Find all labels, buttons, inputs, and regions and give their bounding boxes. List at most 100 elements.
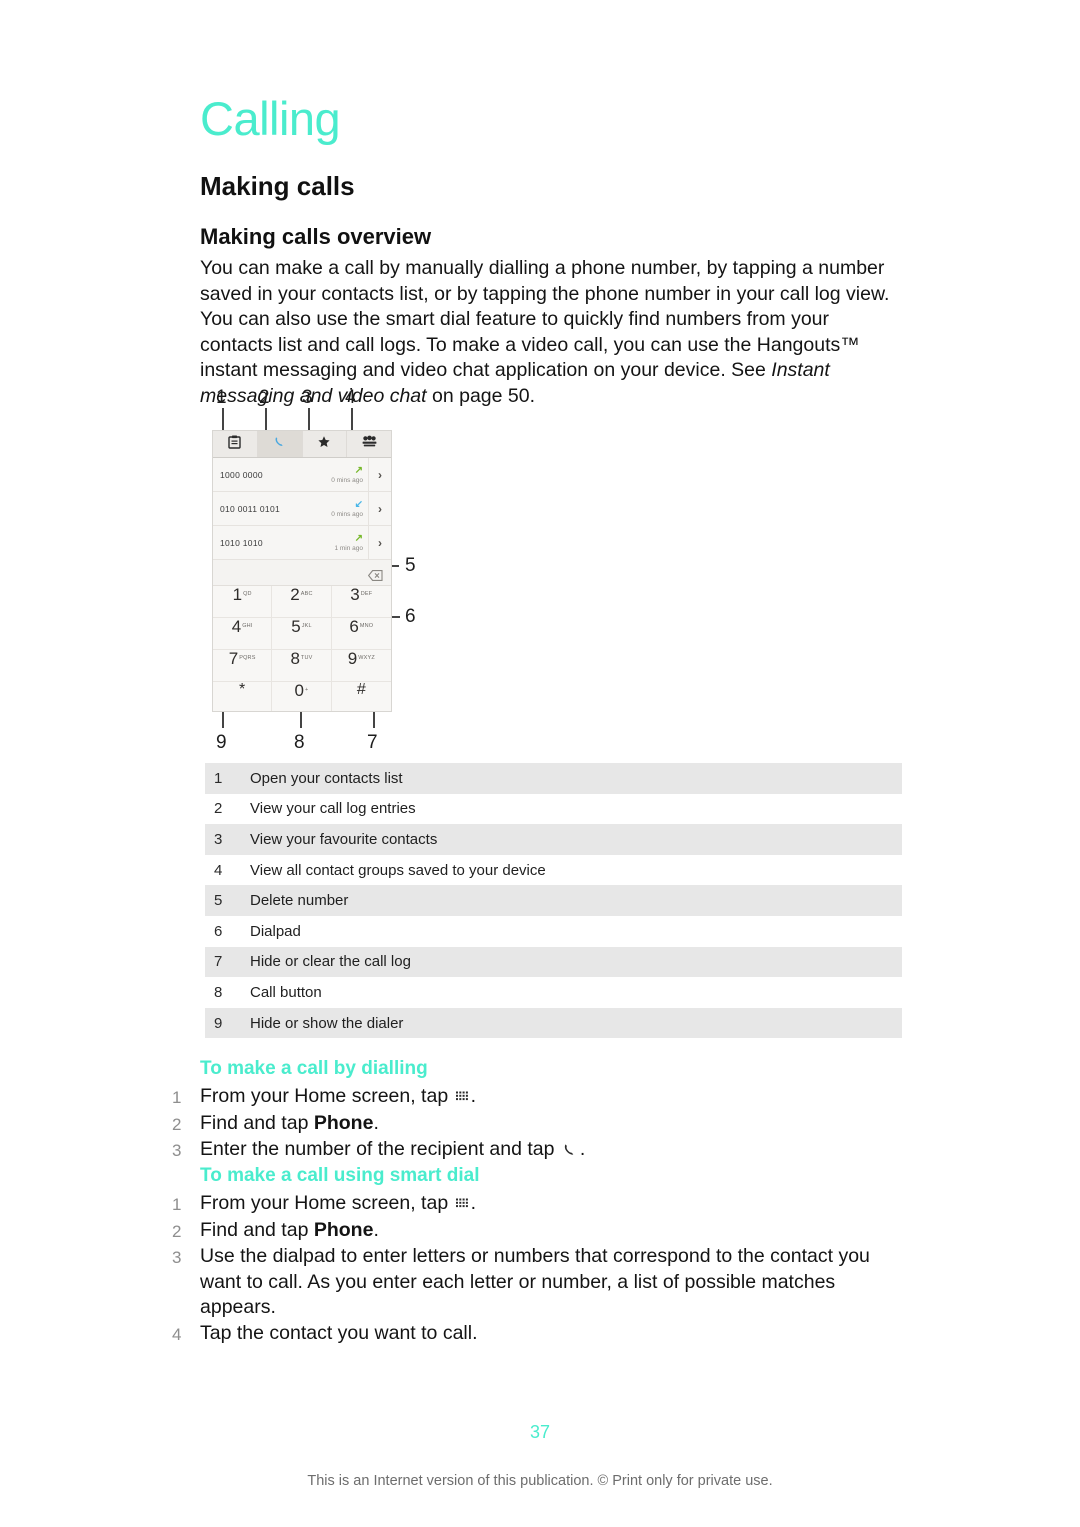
call-log-meta: ↙ 0 mins ago: [305, 492, 368, 525]
legend-description: View your favourite contacts: [250, 830, 438, 848]
call-log-number: 1010 1010: [220, 537, 263, 548]
callout-3: 3: [302, 387, 313, 408]
key-digit: 3: [350, 585, 360, 604]
key-digit: 2: [290, 585, 300, 604]
legend-number: 3: [214, 830, 223, 848]
legend-description: Delete number: [250, 892, 349, 910]
dialer-figure: 1 2 3 4 5 6 9 8 7 1000 0000 ↗ 0 mins ago…: [200, 387, 450, 753]
key-letters: ABC: [300, 591, 313, 597]
callout-9: 9: [216, 732, 227, 753]
table-row: 8 Call button: [205, 977, 902, 1008]
call-log-row[interactable]: 1000 0000 ↗ 0 mins ago ›: [213, 458, 391, 492]
favourites-tab[interactable]: [303, 431, 348, 457]
leader-line-2: [265, 408, 267, 432]
groups-icon: [362, 435, 377, 453]
step-text-bold: Phone: [313, 1218, 374, 1241]
leader-line-4: [351, 408, 353, 432]
outgoing-call-arrow-icon: ↗: [354, 532, 363, 544]
key-letters: JKL: [301, 623, 312, 629]
call-log-row[interactable]: 1010 1010 ↗ 1 min ago ›: [213, 526, 391, 560]
figure-legend-table: 1 Open your contacts list 2 View your ca…: [205, 763, 902, 1039]
key-letters: +: [305, 687, 309, 693]
dialpad-key-7[interactable]: 7 PQRS: [213, 649, 273, 682]
dialpad-key-2[interactable]: 2 ABC: [272, 585, 332, 618]
callout-7: 7: [367, 732, 378, 753]
legend-description: Hide or show the dialer: [250, 1014, 404, 1032]
star-icon: [317, 435, 331, 454]
key-digit: #: [356, 681, 366, 698]
key-digit: 1: [232, 585, 243, 604]
dialpad-key-6[interactable]: 6 MNO: [331, 617, 391, 650]
dialpad-key-5[interactable]: 5 JKL: [272, 617, 332, 650]
key-letters: GHI: [242, 623, 253, 629]
call-log-tab[interactable]: [257, 431, 303, 457]
callout-4: 4: [345, 387, 356, 408]
dialpad-key-1[interactable]: 1 QD: [213, 585, 273, 618]
key-digit: *: [239, 681, 246, 698]
legend-description: Dialpad: [250, 922, 301, 940]
dialpad-key-8[interactable]: 8 TUV: [272, 649, 332, 682]
callout-8: 8: [294, 732, 305, 753]
step-text: Tap the contact you want to call.: [200, 1321, 478, 1344]
legend-description: Open your contacts list: [250, 769, 403, 787]
dialpad-key-star[interactable]: *: [213, 681, 273, 711]
key-digit: 9: [347, 649, 358, 668]
procedure-title-dialling: To make a call by dialling: [200, 1058, 428, 1079]
phone-screenshot: 1000 0000 ↗ 0 mins ago › 010 0011 0101 ↙…: [212, 430, 392, 712]
callout-5: 5: [405, 555, 416, 576]
key-letters: WXYZ: [358, 655, 375, 661]
list-item: 3 Use the dialpad to enter letters or nu…: [172, 1244, 872, 1321]
step-text-post: .: [373, 1218, 379, 1241]
table-row: 4 View all contact groups saved to your …: [205, 855, 902, 886]
list-item: 3 Enter the number of the recipient and …: [172, 1137, 872, 1164]
legend-number: 2: [214, 800, 223, 818]
step-text-post: .: [470, 1085, 477, 1107]
step-text: From your Home screen, tap .: [200, 1191, 872, 1218]
step-text: From your Home screen, tap .: [200, 1084, 872, 1111]
step-number: 1: [172, 1088, 182, 1107]
list-item: 1 From your Home screen, tap .: [172, 1191, 872, 1218]
dialer-tab-bar: [213, 431, 391, 458]
section-heading: Making calls: [200, 171, 355, 201]
list-item: 2 Find and tap Phone.: [172, 1218, 872, 1245]
step-text-pre: From your Home screen, tap: [200, 1085, 454, 1107]
list-item: 4 Tap the contact you want to call.: [172, 1321, 872, 1348]
contacts-tab[interactable]: [213, 431, 258, 457]
dialpad-key-9[interactable]: 9 WXYZ: [331, 649, 391, 682]
contacts-icon: [228, 435, 242, 454]
call-log-number: 010 0011 0101: [220, 503, 280, 514]
table-row: 2 View your call log entries: [205, 794, 902, 825]
call-log-time: 0 mins ago: [331, 476, 363, 484]
callout-2: 2: [259, 387, 270, 408]
legend-description: View your call log entries: [250, 800, 416, 818]
key-digit: 8: [290, 649, 300, 668]
dialpad-key-0[interactable]: 0 +: [272, 682, 332, 711]
legend-number: 6: [214, 922, 223, 940]
call-details-chevron-icon[interactable]: ›: [368, 458, 391, 491]
dialpad-key-3[interactable]: 3 DEF: [331, 585, 391, 618]
table-row: 9 Hide or show the dialer: [205, 1007, 902, 1039]
groups-tab[interactable]: [347, 431, 391, 457]
key-digit: 5: [291, 617, 301, 636]
delete-number-icon[interactable]: [367, 568, 383, 581]
step-number: 3: [172, 1248, 182, 1267]
table-row: 1 Open your contacts list: [205, 763, 902, 794]
key-digit: 7: [228, 649, 239, 668]
dialpad-key-hash[interactable]: #: [332, 681, 391, 711]
legend-description: Hide or clear the call log: [250, 953, 411, 971]
call-log-row[interactable]: 010 0011 0101 ↙ 0 mins ago ›: [213, 492, 391, 526]
step-number: 2: [172, 1221, 182, 1241]
step-number: 4: [172, 1324, 182, 1344]
dialpad-key-4[interactable]: 4 GHI: [213, 618, 273, 650]
call-details-chevron-icon[interactable]: ›: [368, 526, 391, 559]
phone-handset-icon: [273, 435, 287, 454]
number-input-field[interactable]: [213, 560, 391, 586]
page-number: 37: [529, 1422, 551, 1442]
step-text-bold: Phone: [313, 1111, 374, 1134]
key-letters: DEF: [360, 591, 373, 597]
step-text-post: .: [373, 1111, 379, 1134]
call-details-chevron-icon[interactable]: ›: [368, 492, 391, 525]
step-text-pre: Find and tap: [200, 1218, 314, 1241]
legend-number: 8: [214, 983, 223, 1001]
key-digit: 6: [349, 617, 359, 636]
